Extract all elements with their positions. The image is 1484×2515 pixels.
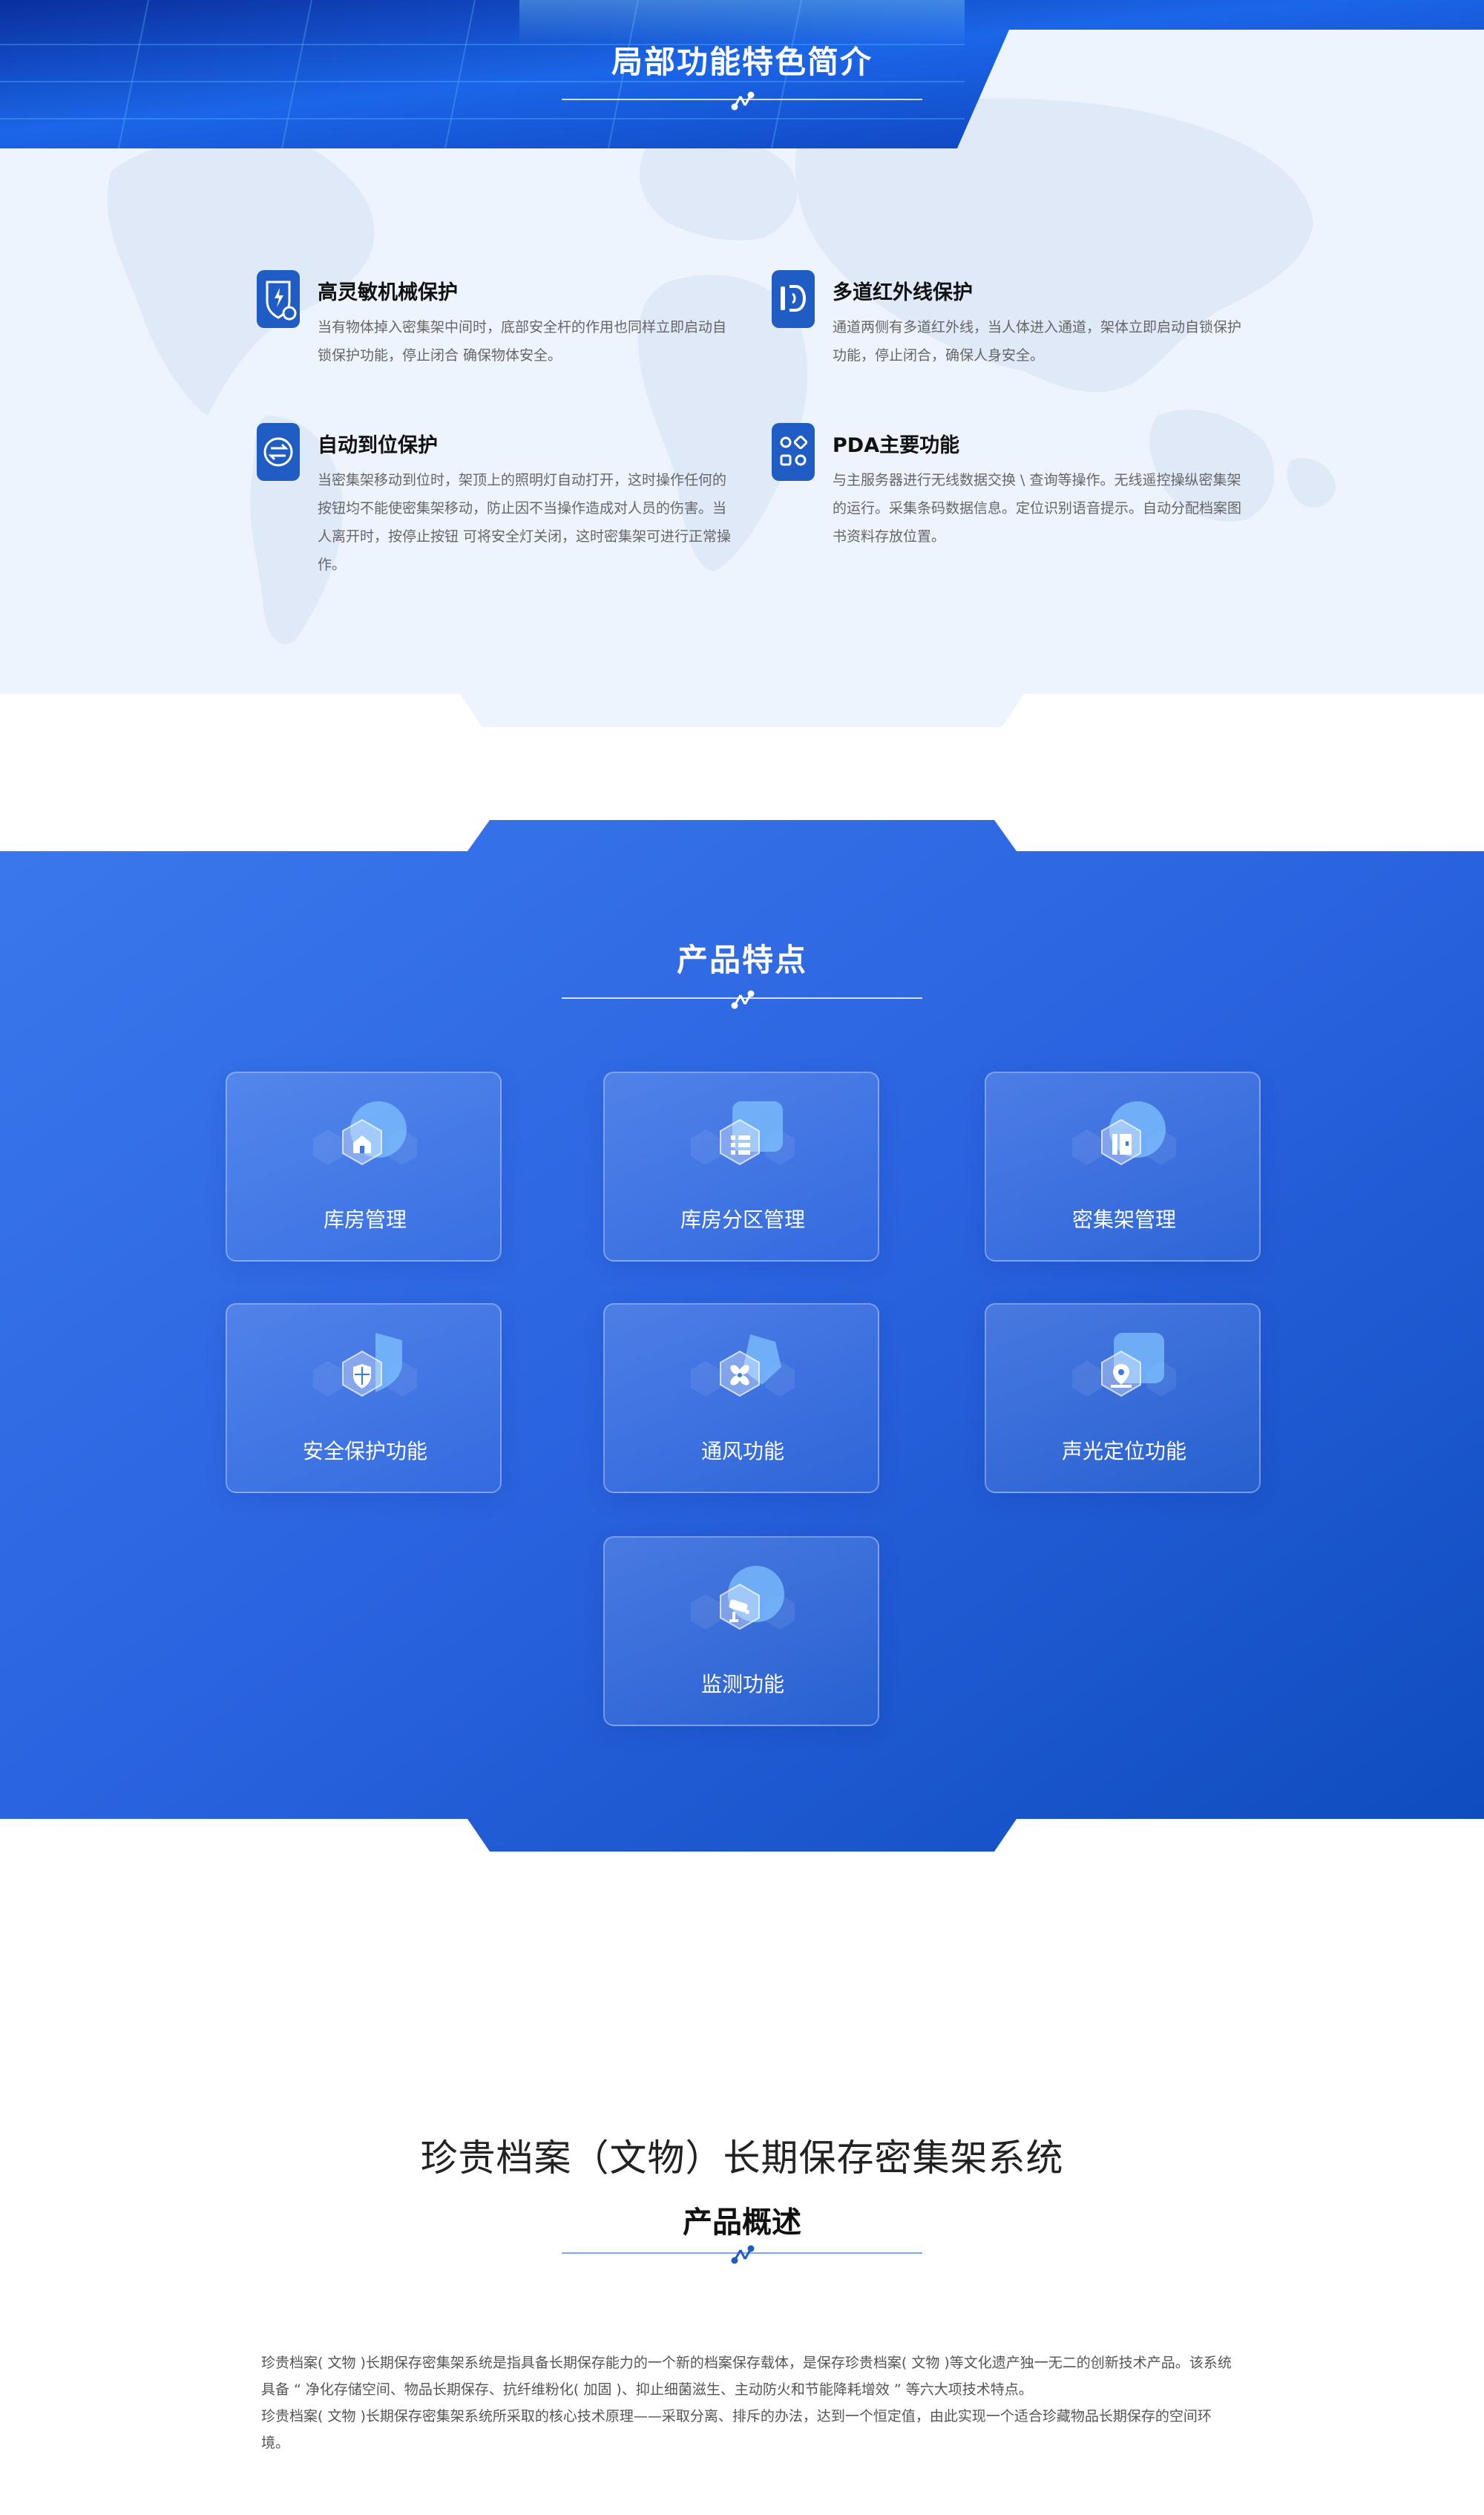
feature-description: 当有物体掉入密集架中间时，底部安全杆的作用也同样立即启动自锁保护功能，停止闭合 … (318, 319, 727, 364)
feature-title: 多道红外线保护 (833, 281, 973, 304)
feature-card-warehouse[interactable]: 库房管理 (226, 1072, 502, 1262)
feature-card-zone[interactable]: 库房分区管理 (603, 1072, 879, 1262)
overview-heading: 珍贵档案（文物）长期保存密集架系统 (420, 2137, 1064, 2180)
auto-position-icon (257, 423, 300, 481)
overview-body: 珍贵档案( 文物 )长期保存密集架系统是指具备长期保存能力的一个新的档案保存载体… (261, 2350, 1233, 2456)
feature-title: PDA主要功能 (833, 434, 960, 457)
feature-card-monitoring[interactable]: 监测功能 (603, 1536, 879, 1726)
pda-apps-icon (772, 423, 815, 481)
card-label: 库房管理 (323, 1207, 407, 1232)
camera-icon (691, 1566, 795, 1630)
product-features-section: 产品特点 库房管理 库房分区管理 密集架管理 安全保护功能 通风功能 声光定位功… (0, 820, 1484, 1852)
infrared-icon (772, 270, 815, 328)
feature-card-ventilation[interactable]: 通风功能 (603, 1303, 879, 1493)
card-label: 通风功能 (700, 1439, 784, 1463)
section-title: 产品特点 (676, 942, 807, 978)
section-title: 局部功能特色简介 (611, 44, 873, 80)
title-divider-icon (562, 2245, 922, 2264)
feature-title: 高灵敏机械保护 (318, 281, 458, 304)
card-label: 监测功能 (700, 1672, 784, 1696)
title-divider-icon (562, 91, 922, 111)
overview-paragraph: 珍贵档案( 文物 )长期保存密集架系统所采取的核心技术原理——采取分离、排斥的办… (261, 2408, 1212, 2451)
fan-icon (691, 1334, 795, 1397)
feature-card-shelving[interactable]: 密集架管理 (985, 1072, 1261, 1262)
home-icon (313, 1101, 417, 1166)
feature-description: 与主服务器进行无线数据交换 \ 查询等操作。无线遥控操纵密集架的运行。采集条码数… (833, 472, 1242, 545)
card-label: 密集架管理 (1071, 1207, 1176, 1232)
feature-card-security[interactable]: 安全保护功能 (226, 1303, 502, 1493)
card-label: 库房分区管理 (680, 1207, 805, 1232)
title-divider-icon (562, 990, 922, 1009)
feature-card-location[interactable]: 声光定位功能 (985, 1303, 1261, 1493)
features-section: 局部功能特色简介 高灵敏机械保护 当有物体掉入密集架中间时，底部安全杆的作用也同… (0, 0, 1484, 727)
card-label: 声光定位功能 (1061, 1439, 1186, 1463)
location-icon (1072, 1333, 1176, 1397)
feature-title: 自动到位保护 (318, 434, 438, 457)
feature-description: 当密集架移动到位时，架顶上的照明灯自动打开，这时操作任何的按钮均不能使密集架移动… (318, 472, 732, 573)
shield-icon (313, 1333, 417, 1397)
card-label: 安全保护功能 (302, 1439, 427, 1463)
overview-subtitle: 产品概述 (683, 2206, 801, 2240)
shield-power-icon (257, 270, 300, 328)
cabinet-icon (1072, 1101, 1176, 1166)
feature-description: 通道两侧有多道红外线，当人体进入通道，架体立即启动自锁保护功能，停止闭合，确保人… (833, 319, 1242, 364)
list-icon (691, 1101, 795, 1166)
overview-paragraph: 珍贵档案( 文物 )长期保存密集架系统是指具备长期保存能力的一个新的档案保存载体… (261, 2355, 1232, 2398)
